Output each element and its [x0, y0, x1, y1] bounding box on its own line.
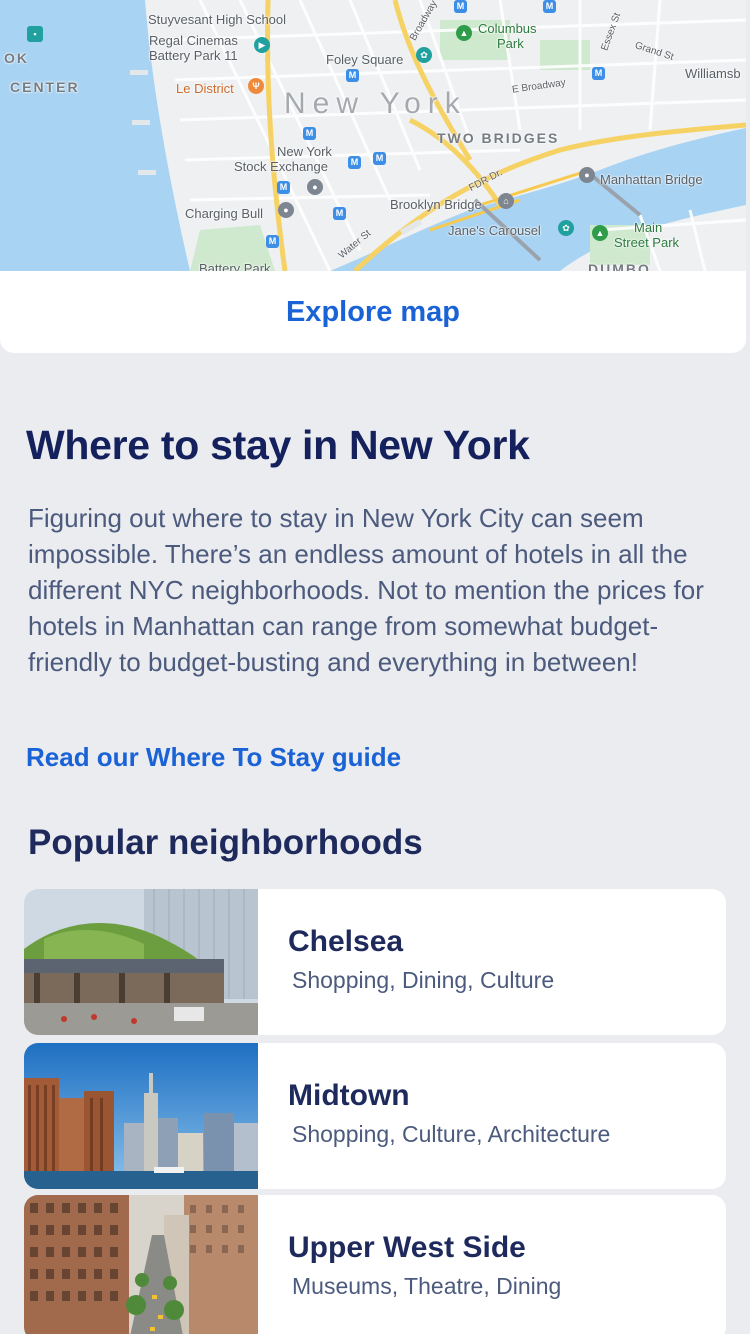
map-label-nyse-2: Stock Exchange — [234, 159, 328, 174]
neighborhood-card-upper-west-side[interactable]: Upper West Side Museums, Theatre, Dining — [24, 1195, 726, 1334]
tree-icon[interactable]: ▲ — [456, 25, 472, 41]
map-label-regal-2: Battery Park 11 — [149, 48, 238, 63]
midtown-photo — [24, 1043, 258, 1189]
map-label-center: CENTER — [10, 79, 80, 95]
metro-icon[interactable]: M — [543, 0, 556, 13]
map-label-charging-bull: Charging Bull — [185, 206, 264, 221]
neighborhood-name: Upper West Side — [288, 1231, 526, 1264]
main-street-park-tree-icon[interactable]: ▲ — [592, 225, 608, 241]
where-to-stay-guide-link[interactable]: Read our Where To Stay guide — [26, 742, 401, 773]
map-label-le-district: Le District — [176, 81, 234, 96]
map-label-ok: OK — [4, 50, 29, 66]
map-label-two-bridges: TWO BRIDGES — [437, 130, 560, 146]
metro-icon[interactable]: M — [346, 69, 359, 82]
neighborhood-name: Midtown — [288, 1079, 410, 1112]
map-label-main-street-park-2: Street Park — [614, 235, 680, 250]
bridge-icon[interactable]: ⌂ — [498, 193, 514, 209]
charging-bull-pin-icon[interactable]: ● — [278, 202, 294, 218]
manhattan-bridge-pin-icon[interactable]: ● — [579, 167, 595, 183]
metro-icon[interactable]: M — [373, 152, 386, 165]
landmark-pin-icon[interactable]: ● — [307, 179, 323, 195]
map-label-main-street-park: Main — [634, 220, 663, 235]
neighborhood-tags: Shopping, Culture, Architecture — [292, 1121, 611, 1147]
map-label-columbus: Columbus — [478, 21, 537, 36]
carousel-icon[interactable]: ✿ — [558, 220, 574, 236]
metro-icon[interactable]: M — [454, 0, 467, 13]
metro-icon[interactable]: M — [303, 127, 316, 140]
map-label-foley-square: Foley Square — [326, 52, 404, 67]
map-label-battery-park: Battery Park — [199, 261, 271, 272]
explore-map-button[interactable]: Explore map — [0, 271, 746, 353]
map-label-dumbo: DUMBO — [588, 261, 651, 271]
metro-icon[interactable]: M — [266, 235, 279, 248]
map-label-brooklyn-bridge: Brooklyn Bridge — [390, 197, 482, 212]
restaurant-icon[interactable]: Ψ — [248, 78, 264, 94]
upper-west-side-photo — [24, 1195, 258, 1334]
neighborhood-tags: Museums, Theatre, Dining — [292, 1273, 562, 1299]
metro-icon[interactable]: M — [333, 207, 346, 220]
section-title: Where to stay in New York — [26, 422, 530, 468]
map-card: Stuyvesant High School Regal Cinemas Bat… — [0, 0, 746, 353]
map-label-manhattan-bridge: Manhattan Bridge — [600, 172, 703, 187]
neighborhood-card-midtown[interactable]: Midtown Shopping, Culture, Architecture — [24, 1043, 726, 1189]
map-label-williamsburg: Williamsb — [685, 66, 741, 81]
map-label-stuyvesant: Stuyvesant High School — [148, 12, 287, 27]
cinema-icon[interactable]: ▶ — [254, 37, 270, 53]
map-label-regal: Regal Cinemas — [149, 33, 238, 48]
intro-paragraph: Figuring out where to stay in New York C… — [28, 503, 704, 677]
neighborhood-tags: Shopping, Dining, Culture — [292, 967, 555, 993]
map-label-janes-carousel: Jane's Carousel — [448, 223, 541, 238]
map-label-columbus-park: Park — [497, 36, 524, 51]
neighborhood-card-chelsea[interactable]: Chelsea Shopping, Dining, Culture — [24, 889, 726, 1035]
metro-icon[interactable]: M — [277, 181, 290, 194]
map-label-new-york: New York — [284, 87, 467, 120]
popular-neighborhoods-title: Popular neighborhoods — [28, 823, 423, 862]
neighborhood-map[interactable]: Stuyvesant High School Regal Cinemas Bat… — [0, 0, 746, 271]
transit-icon[interactable]: ▪ — [27, 26, 43, 42]
metro-icon[interactable]: M — [592, 67, 605, 80]
map-label-nyse: New York — [277, 144, 332, 159]
metro-icon[interactable]: M — [348, 156, 361, 169]
park-icon[interactable]: ✿ — [416, 47, 432, 63]
neighborhood-name: Chelsea — [288, 925, 404, 958]
chelsea-photo — [24, 889, 258, 1035]
